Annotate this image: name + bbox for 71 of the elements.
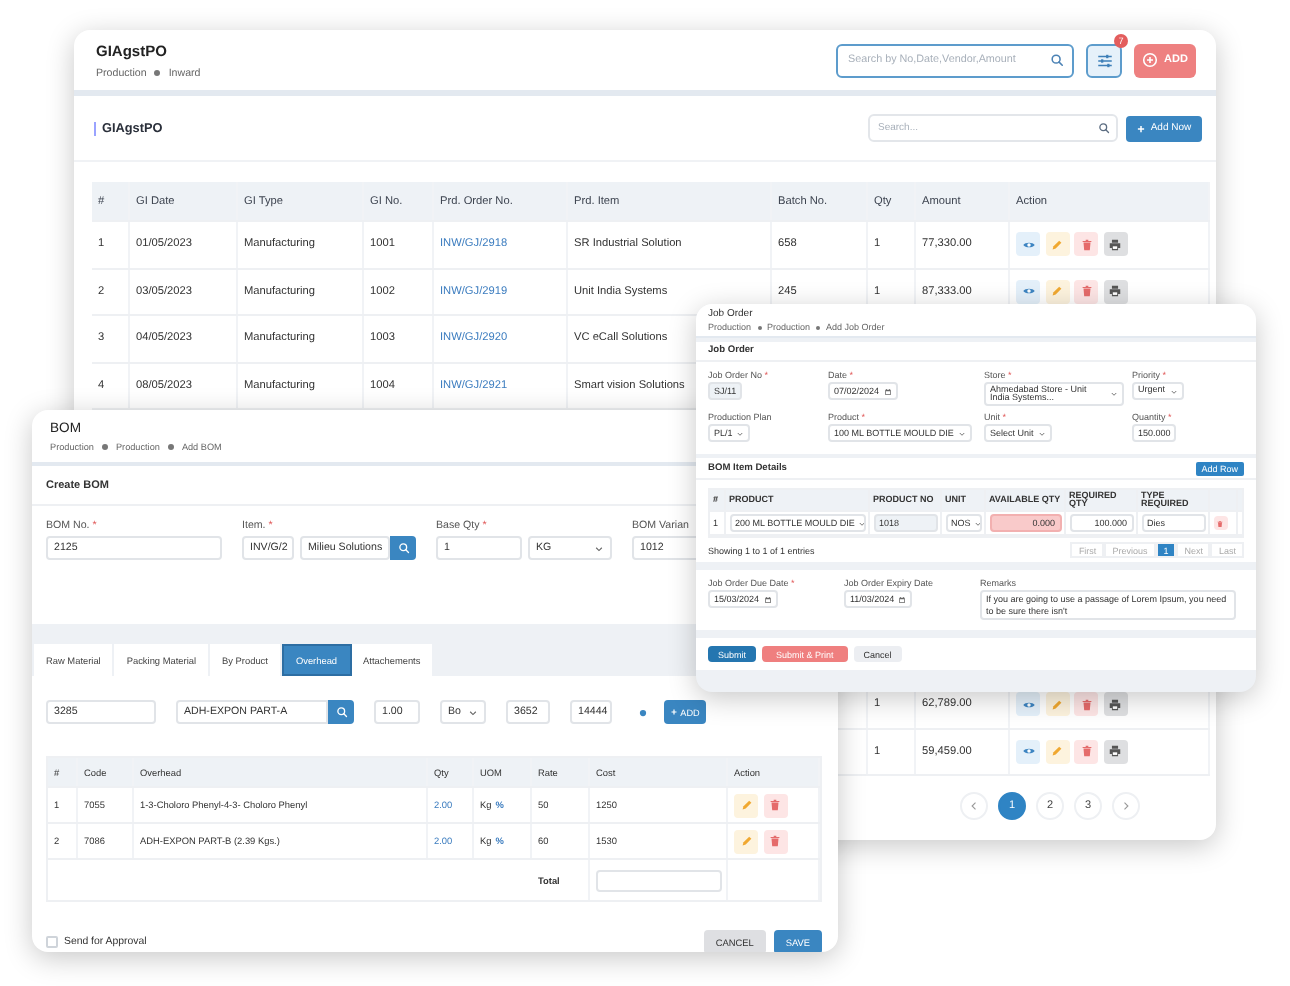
search-button[interactable]	[390, 536, 416, 560]
chevron-left-icon	[968, 800, 980, 812]
pencil-icon	[739, 798, 753, 812]
checkbox[interactable]	[46, 936, 58, 948]
calendar-icon	[763, 595, 772, 604]
edit-button[interactable]	[1045, 279, 1069, 304]
print-button[interactable]	[1103, 739, 1127, 764]
printer-icon	[1108, 284, 1122, 299]
filter-button[interactable]	[1086, 43, 1122, 77]
separator-dot	[154, 70, 161, 76]
plus-icon	[1136, 123, 1147, 133]
caret-down-icon	[1037, 429, 1046, 438]
trash-icon	[768, 798, 782, 812]
edit-button[interactable]	[734, 793, 758, 817]
delete-button[interactable]	[1074, 232, 1098, 257]
separator-dot	[167, 444, 174, 450]
search-icon	[335, 706, 347, 718]
pencil-icon	[739, 834, 753, 848]
delete-button[interactable]	[1074, 692, 1098, 717]
edit-button[interactable]	[734, 829, 758, 853]
plus-icon	[670, 708, 679, 716]
edit-button[interactable]	[1045, 692, 1069, 717]
search-icon	[397, 542, 409, 554]
caret-down-icon	[594, 543, 604, 553]
search-icon	[1098, 122, 1110, 134]
printer-icon	[1108, 697, 1122, 712]
sliders-icon	[1095, 51, 1113, 69]
view-button[interactable]	[1016, 279, 1040, 304]
plus-circle-icon	[1142, 52, 1159, 68]
chevron-right-icon	[1120, 800, 1132, 812]
delete-button[interactable]	[1074, 739, 1098, 764]
caret-down-icon	[736, 429, 745, 438]
view-button[interactable]	[1016, 739, 1040, 764]
trash-icon	[1079, 284, 1093, 299]
pencil-icon	[1050, 284, 1064, 299]
view-button[interactable]	[1016, 692, 1040, 717]
print-button[interactable]	[1103, 692, 1127, 717]
print-button[interactable]	[1103, 279, 1127, 304]
edit-button[interactable]	[1045, 739, 1069, 764]
trash-icon	[1216, 519, 1224, 528]
pencil-icon	[1050, 697, 1064, 712]
eye-icon	[1021, 697, 1035, 712]
separator-dot	[757, 325, 762, 329]
delete-button[interactable]	[763, 793, 787, 817]
trash-icon	[768, 834, 782, 848]
printer-icon	[1108, 237, 1122, 252]
separator-dot	[101, 444, 108, 450]
printer-icon	[1108, 744, 1122, 759]
caret-down-icon	[468, 707, 478, 717]
total-field[interactable]	[596, 869, 722, 891]
trash-icon	[1079, 744, 1093, 759]
eye-icon	[1021, 284, 1035, 299]
calendar-icon	[898, 595, 907, 604]
delete-button[interactable]	[763, 829, 787, 853]
eye-icon	[1021, 744, 1035, 759]
caret-down-icon	[957, 429, 966, 438]
separator-dot	[816, 325, 821, 329]
delete-button[interactable]	[1213, 516, 1227, 531]
search-button[interactable]	[328, 700, 354, 724]
search-icon	[1050, 53, 1064, 67]
dot-icon	[638, 707, 648, 717]
edit-button[interactable]	[1045, 232, 1069, 257]
delete-button[interactable]	[1074, 279, 1098, 304]
trash-icon	[1079, 237, 1093, 252]
print-button[interactable]	[1103, 232, 1127, 257]
trash-icon	[1079, 697, 1093, 712]
eye-icon	[1021, 237, 1035, 252]
view-button[interactable]	[1016, 232, 1040, 257]
pencil-icon	[1050, 744, 1064, 759]
calendar-icon	[883, 387, 892, 395]
pencil-icon	[1050, 237, 1064, 252]
